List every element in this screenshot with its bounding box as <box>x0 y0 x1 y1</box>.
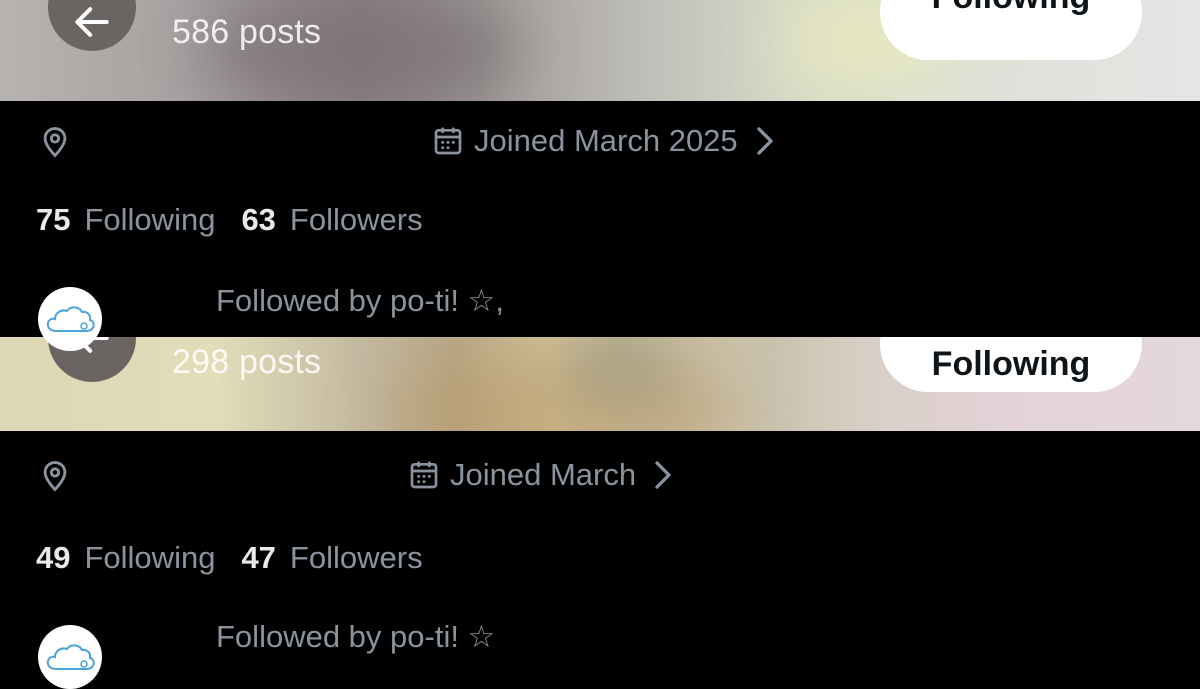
profile-info-2: Joined March 49 Following 47 Followers F… <box>0 431 1200 689</box>
profile-meta-row: Joined March <box>0 445 1200 505</box>
post-count: 298 posts <box>172 343 322 381</box>
calendar-icon <box>410 461 438 489</box>
follow-stats: 49 Following 47 Followers <box>36 540 423 576</box>
location-pin-icon <box>43 127 67 158</box>
calendar-icon <box>434 127 462 155</box>
following-count[interactable]: 75 <box>36 202 70 238</box>
chevron-right-icon[interactable] <box>652 460 674 490</box>
following-count[interactable]: 49 <box>36 540 70 576</box>
post-count: 586 posts <box>172 13 322 51</box>
cloud-avatar-icon <box>46 644 95 670</box>
profile-meta-row: Joined March 2025 <box>0 111 1200 171</box>
joined-label: Joined March <box>450 457 637 492</box>
following-label[interactable]: Following <box>84 202 215 238</box>
followers-count[interactable]: 63 <box>241 202 275 238</box>
following-button[interactable]: Following <box>880 0 1142 60</box>
followed-by-text[interactable]: Followed by po-ti! ☆ <box>216 619 495 655</box>
followed-by-text[interactable]: Followed by po-ti! ☆, <box>216 283 504 319</box>
following-button-label: Following <box>931 344 1091 383</box>
avatar[interactable] <box>38 625 102 689</box>
follow-stats: 75 Following 63 Followers <box>36 202 423 238</box>
followers-label[interactable]: Followers <box>290 202 423 238</box>
chevron-right-icon[interactable] <box>754 126 776 156</box>
avatar[interactable] <box>38 287 102 351</box>
followers-count[interactable]: 47 <box>241 540 275 576</box>
following-label[interactable]: Following <box>84 540 215 576</box>
joined-date: Joined March <box>408 457 674 493</box>
joined-label: Joined March 2025 <box>474 123 738 158</box>
joined-date: Joined March 2025 <box>432 123 776 159</box>
following-button-label: Following <box>932 0 1091 17</box>
followers-label[interactable]: Followers <box>290 540 423 576</box>
location-pin-icon <box>43 461 67 492</box>
profile-info-1: Joined March 2025 75 Following 63 Follow… <box>0 101 1200 351</box>
cloud-avatar-icon <box>46 306 95 332</box>
arrow-left-icon <box>75 7 109 37</box>
